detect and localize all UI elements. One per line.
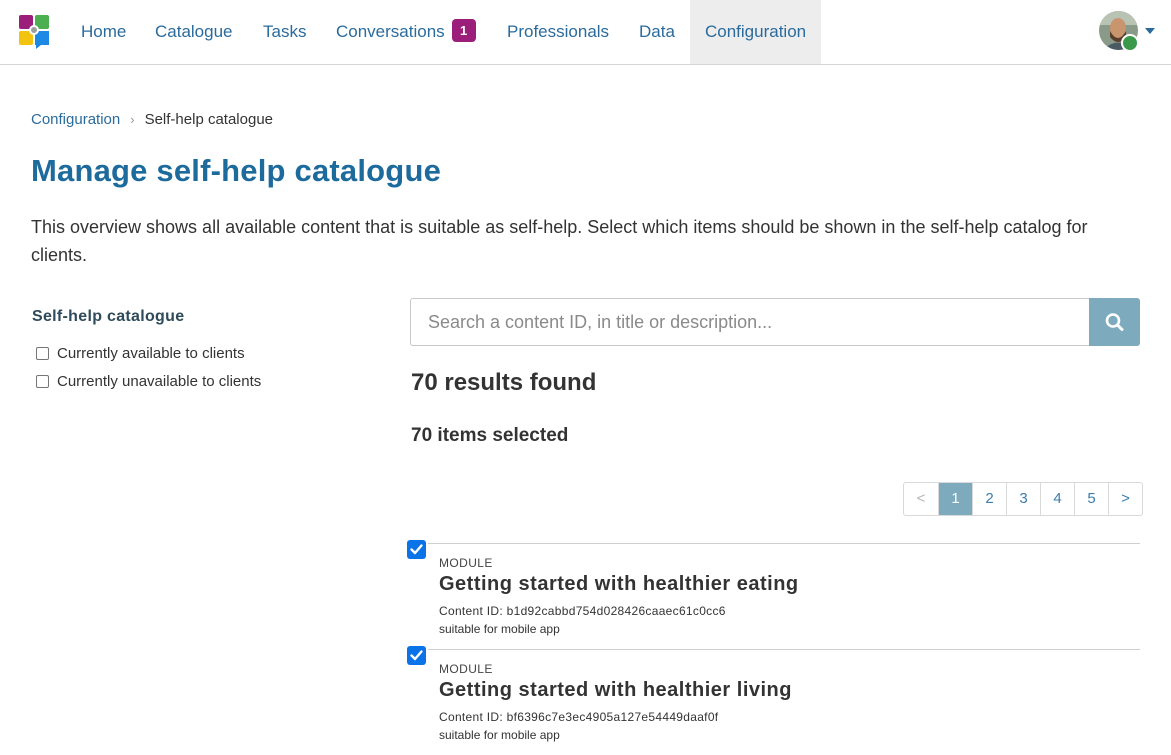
item-type: MODULE (439, 662, 493, 676)
online-status-icon (1121, 34, 1139, 52)
item-divider (428, 543, 1140, 544)
breadcrumb: Configuration › Self-help catalogue (31, 111, 273, 128)
checkmark-icon (410, 544, 423, 555)
item-select-checkbox[interactable] (407, 540, 426, 559)
pagination-prev-button[interactable]: < (904, 483, 938, 515)
nav-home[interactable]: Home (81, 0, 126, 64)
nav-professionals[interactable]: Professionals (507, 0, 609, 64)
search-input[interactable] (410, 298, 1090, 346)
item-select-checkbox[interactable] (407, 646, 426, 665)
selected-count: 70 items selected (411, 425, 569, 446)
pagination-page-3[interactable]: 3 (1006, 483, 1040, 515)
caret-down-icon[interactable] (1145, 28, 1155, 34)
pagination-page-1[interactable]: 1 (938, 483, 972, 515)
item-title[interactable]: Getting started with healthier living (439, 679, 792, 702)
conversations-count-badge: 1 (451, 19, 476, 42)
checkmark-icon (410, 650, 423, 661)
nav-catalogue[interactable]: Catalogue (155, 0, 233, 64)
item-title[interactable]: Getting started with healthier eating (439, 573, 799, 596)
filter-unavailable-checkbox[interactable] (36, 374, 49, 388)
item-content-id: Content ID: b1d92cabbd754d028426caaec61c… (439, 604, 726, 618)
item-type: MODULE (439, 556, 493, 570)
page-intro: This overview shows all available conten… (31, 217, 1088, 265)
filter-unavailable-label: Currently unavailable to clients (57, 372, 262, 390)
filter-unavailable-option[interactable]: Currently unavailable to clients (36, 371, 261, 391)
pagination-page-2[interactable]: 2 (972, 483, 1006, 515)
filter-available-label: Currently available to clients (57, 344, 245, 362)
nav-data[interactable]: Data (639, 0, 675, 64)
breadcrumb-current: Self-help catalogue (144, 111, 274, 128)
top-navigation-bar: Home Catalogue Tasks Conversations 1 Prof… (0, 0, 1171, 65)
filter-available-option[interactable]: Currently available to clients (36, 343, 245, 363)
results-count: 70 results found (411, 369, 597, 396)
filter-heading: Self-help catalogue (32, 308, 185, 325)
pagination: < 1 2 3 4 5 > (903, 482, 1143, 516)
nav-tasks[interactable]: Tasks (263, 0, 306, 64)
filter-available-checkbox[interactable] (36, 346, 49, 360)
item-note: suitable for mobile app (439, 728, 560, 742)
item-divider (428, 649, 1140, 650)
nav-configuration[interactable]: Configuration (690, 0, 821, 64)
item-content-id: Content ID: bf6396c7e3ec4905a127e54449da… (439, 710, 719, 724)
search-icon (1105, 313, 1124, 331)
page-title: Manage self-help catalogue (31, 153, 442, 188)
pagination-next-button[interactable]: > (1108, 483, 1142, 515)
breadcrumb-configuration-link[interactable]: Configuration (31, 111, 120, 128)
pagination-page-5[interactable]: 5 (1074, 483, 1108, 515)
item-note: suitable for mobile app (439, 622, 560, 636)
pagination-page-4[interactable]: 4 (1040, 483, 1074, 515)
nav-conversations[interactable]: Conversations 1 (336, 0, 476, 64)
chevron-right-icon: › (130, 112, 135, 127)
app-logo-icon[interactable] (19, 15, 49, 49)
search-button[interactable] (1089, 298, 1140, 346)
list-item: MODULE Getting started with healthier ea… (407, 540, 1140, 649)
list-item: MODULE Getting started with healthier li… (407, 646, 1140, 755)
